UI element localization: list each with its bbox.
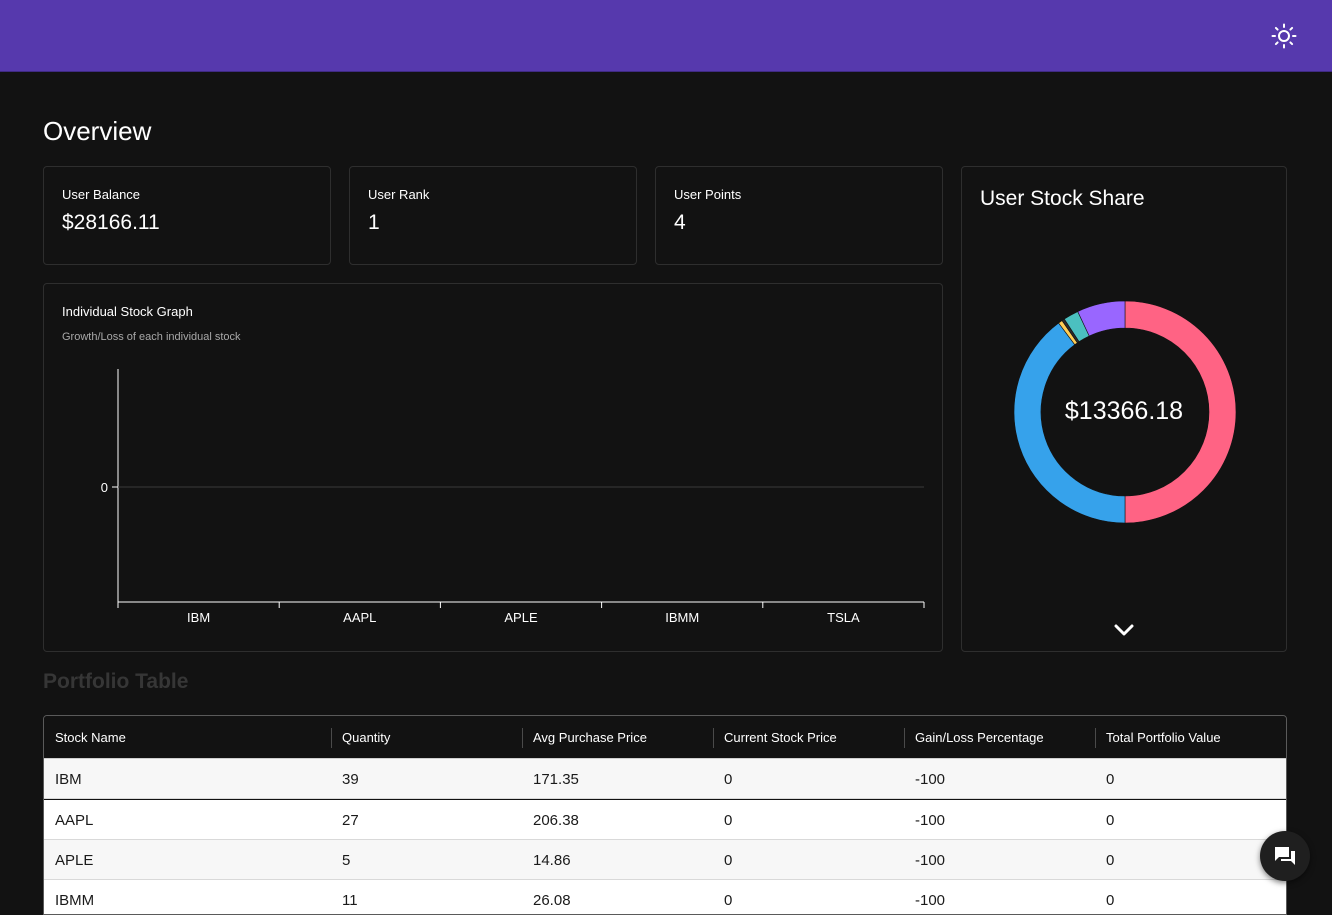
cell-gain-loss-percentage: -100 — [915, 771, 946, 788]
cell-stock-name: IBMM — [55, 892, 95, 909]
cell-total-portfolio-value: 0 — [1106, 812, 1115, 829]
cell-stock-name: APLE — [55, 852, 94, 869]
portfolio-title: Portfolio Table — [43, 670, 189, 693]
x-tick-label: TSLA — [827, 610, 860, 625]
column-header-total-portfolio-value[interactable]: Total Portfolio Value — [1095, 716, 1286, 759]
stat-label: User Points — [674, 187, 742, 202]
cell-avg-purchase-price: 171.35 — [533, 771, 579, 788]
cell-current-stock-price: 0 — [724, 812, 733, 829]
cell-total-portfolio-value: 0 — [1106, 892, 1115, 909]
cell-quantity: 39 — [342, 771, 359, 788]
user-balance-card: User Balance $28166.11 — [43, 166, 331, 265]
column-header-quantity[interactable]: Quantity — [331, 716, 522, 759]
cell-current-stock-price: 0 — [724, 771, 733, 788]
table-row[interactable]: IBMM 11 26.08 0 -100 0 — [44, 880, 1286, 914]
chevron-down-icon[interactable] — [1113, 622, 1135, 638]
x-tick-label: AAPL — [343, 610, 376, 625]
cell-total-portfolio-value: 0 — [1106, 771, 1115, 788]
column-header-avg-purchase-price[interactable]: Avg Purchase Price — [522, 716, 713, 759]
stat-value: $28166.11 — [62, 211, 160, 234]
table-row[interactable]: AAPL 27 206.38 0 -100 0 — [44, 800, 1286, 840]
column-header-stock-name[interactable]: Stock Name — [44, 716, 331, 759]
cell-stock-name: IBM — [55, 771, 82, 788]
x-tick-label: IBMM — [665, 610, 699, 625]
cell-gain-loss-percentage: -100 — [915, 812, 946, 829]
cell-quantity: 11 — [342, 892, 358, 909]
stock-bar-chart: 0 IBM AAPL APLE IBMM TSLA — [101, 369, 925, 625]
table-header: Stock Name Quantity Avg Purchase Price C… — [44, 716, 1286, 759]
cell-quantity: 5 — [342, 852, 351, 869]
cell-avg-purchase-price: 14.86 — [533, 852, 571, 869]
user-rank-card: User Rank 1 — [349, 166, 637, 265]
user-points-card: User Points 4 — [655, 166, 943, 265]
cell-stock-name: AAPL — [55, 812, 94, 829]
cell-avg-purchase-price: 26.08 — [533, 892, 571, 909]
portfolio-table: Stock Name Quantity Avg Purchase Price C… — [43, 715, 1287, 915]
chat-button[interactable] — [1260, 831, 1310, 881]
donut-center-value: $13366.18 — [1064, 397, 1184, 425]
page-title: Overview — [43, 116, 152, 146]
table-row[interactable]: IBM 39 171.35 0 -100 0 — [44, 759, 1286, 799]
cell-current-stock-price: 0 — [724, 852, 733, 869]
stat-value: 4 — [674, 211, 686, 234]
table-row[interactable]: APLE 5 14.86 0 -100 0 — [44, 840, 1286, 880]
cell-avg-purchase-price: 206.38 — [533, 812, 579, 829]
chat-icon — [1275, 847, 1295, 865]
sun-icon — [1271, 23, 1297, 49]
column-header-current-stock-price[interactable]: Current Stock Price — [713, 716, 904, 759]
x-tick-label: IBM — [187, 610, 210, 625]
stat-label: User Rank — [368, 187, 430, 202]
x-tick-label: APLE — [504, 610, 538, 625]
theme-toggle-button[interactable] — [1270, 22, 1298, 50]
stat-value: 1 — [368, 211, 380, 234]
top-app-bar — [0, 0, 1332, 72]
y-tick-label: 0 — [101, 480, 108, 495]
cell-total-portfolio-value: 0 — [1106, 852, 1115, 869]
cell-current-stock-price: 0 — [724, 892, 733, 909]
stat-label: User Balance — [62, 187, 141, 202]
cell-gain-loss-percentage: -100 — [915, 892, 946, 909]
cell-gain-loss-percentage: -100 — [915, 852, 946, 869]
column-header-gain-loss-percentage[interactable]: Gain/Loss Percentage — [904, 716, 1095, 759]
stock-share-card: User Stock Share $13366.18 — [961, 166, 1287, 652]
stock-graph-card: Individual Stock Graph Growth/Loss of ea… — [43, 283, 943, 652]
cell-quantity: 27 — [342, 812, 359, 829]
